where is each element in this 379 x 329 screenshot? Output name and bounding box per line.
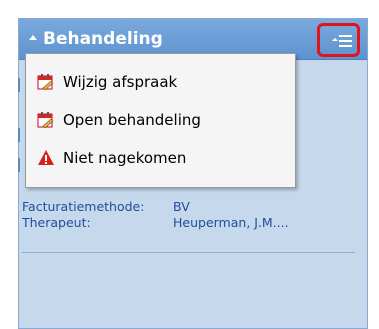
facturatie-label: Facturatiemethode: bbox=[22, 199, 145, 214]
menu-item-label: Open behandeling bbox=[63, 111, 201, 129]
calendar-edit-icon bbox=[37, 112, 54, 129]
facturatie-value: BV bbox=[173, 199, 190, 214]
row-marker bbox=[18, 158, 20, 172]
panel-menu-button[interactable] bbox=[317, 23, 360, 57]
menu-item-open-behandeling[interactable]: Open behandeling bbox=[26, 104, 295, 136]
menu-item-label: Niet nagekomen bbox=[63, 149, 187, 167]
collapse-caret-icon[interactable] bbox=[29, 35, 37, 40]
row-marker bbox=[18, 78, 20, 92]
caret-up-icon bbox=[332, 38, 338, 41]
row-marker bbox=[18, 128, 20, 142]
panel-dropdown-menu: Wijzig afspraak Open behandeling Niet na… bbox=[25, 53, 296, 188]
warning-icon bbox=[38, 150, 54, 165]
menu-item-wijzig-afspraak[interactable]: Wijzig afspraak bbox=[26, 66, 295, 98]
menu-item-niet-nagekomen[interactable]: Niet nagekomen bbox=[26, 142, 295, 174]
menu-item-label: Wijzig afspraak bbox=[63, 73, 178, 91]
therapeut-label: Therapeut: bbox=[22, 215, 91, 230]
divider bbox=[22, 252, 355, 253]
calendar-edit-icon bbox=[37, 74, 54, 91]
panel-title: Behandeling bbox=[43, 29, 163, 49]
hamburger-icon bbox=[339, 35, 352, 50]
therapeut-value: Heuperman, J.M.... bbox=[173, 215, 289, 230]
